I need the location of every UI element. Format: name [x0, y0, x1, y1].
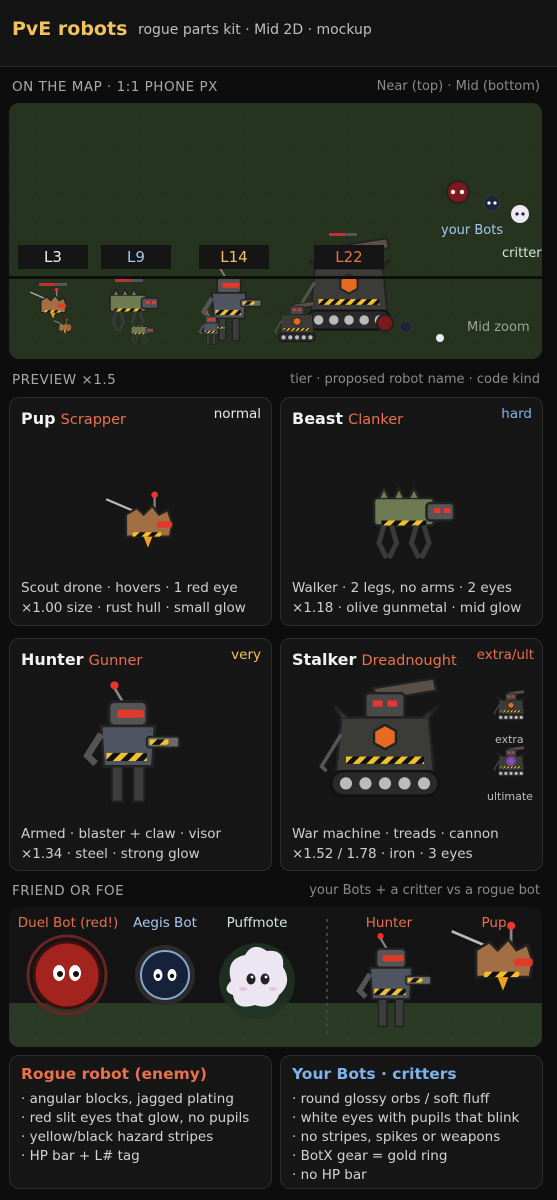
mid-duel-bot — [376, 314, 394, 332]
map-section-note: Near (top) · Mid (bottom) — [376, 79, 540, 94]
card-kind: Dreadnought — [361, 653, 457, 669]
card-heading: Pup Scrapper — [21, 409, 126, 428]
header-bar: PvE robots rogue parts kit · Mid 2D · mo… — [0, 0, 557, 67]
ultimate-variant-label: ultimate — [487, 790, 533, 803]
card-sprite — [105, 490, 174, 549]
list-item: · angular blocks, jagged plating — [21, 1091, 234, 1107]
card-desc-line: ×1.34 · steel · strong glow — [21, 846, 200, 862]
level-tag-l14: L14 — [199, 245, 269, 269]
card-heading: Stalker Dreadnought — [292, 650, 457, 669]
list-item: · BotX gear = gold ring — [292, 1148, 448, 1164]
map-hpbar — [329, 233, 357, 236]
level-tag-l22: L22 — [314, 245, 384, 269]
list-item: · yellow/black hazard stripes — [21, 1129, 214, 1145]
hunter-sprite — [360, 933, 431, 1026]
mid-beast — [130, 323, 155, 345]
your-bots-title: Your Bots · critters — [292, 1065, 457, 1083]
friend-or-foe-note: your Bots + a critter vs a rogue bot — [309, 883, 540, 898]
list-item: · no stripes, spikes or weapons — [292, 1129, 501, 1145]
level-tag-label: L14 — [220, 248, 248, 266]
map-preview: L3 L9 L14 L22 your Bots critter Mid zoom — [9, 103, 542, 359]
card-tier: extra/ult — [476, 647, 534, 663]
your-bots-panel: Your Bots · critters · round glossy orbs… — [280, 1055, 543, 1189]
puffmote-critter — [219, 943, 295, 1019]
card-hunter[interactable]: Hunter Gunner very Armed · blaster + cla… — [9, 638, 272, 871]
card-desc-line: ×1.00 size · rust hull · small glow — [21, 600, 246, 616]
card-title: Pup — [21, 409, 56, 428]
list-item: · HP bar + L# tag — [21, 1148, 140, 1164]
level-tag-l3: L3 — [18, 245, 88, 269]
rogue-robot-title: Rogue robot (enemy) — [21, 1065, 207, 1083]
map-pup-near — [29, 287, 67, 320]
level-tag-label: L9 — [127, 248, 145, 266]
aegis-bot-orb — [135, 945, 195, 1005]
page-subtitle: rogue parts kit · Mid 2D · mockup — [138, 22, 372, 38]
card-kind: Clanker — [348, 412, 404, 428]
preview-section-title: PREVIEW ×1.5 — [12, 372, 117, 388]
list-item: · round glossy orbs / soft fluff — [292, 1091, 490, 1107]
pup-sprite — [450, 920, 535, 992]
card-tier: very — [231, 647, 261, 663]
card-sprite — [10, 679, 271, 824]
list-item: · white eyes with pupils that blink — [292, 1110, 520, 1126]
map-duel-bot — [446, 180, 470, 204]
mid-zoom-label: Mid zoom — [467, 320, 530, 335]
level-tag-label: L3 — [44, 248, 62, 266]
card-desc-line: ×1.18 · olive gunmetal · mid glow — [292, 600, 522, 616]
your-bots-label: your Bots — [441, 223, 504, 238]
card-heading: Hunter Gunner — [21, 650, 142, 669]
card-sprite — [281, 438, 542, 578]
map-hpbar — [115, 279, 143, 282]
map-hpbar — [39, 283, 67, 286]
card-kind: Gunner — [88, 653, 143, 669]
rogue-robot-list: · angular blocks, jagged plating · red s… — [21, 1090, 249, 1166]
extra-variant-label: extra — [495, 733, 524, 746]
your-bots-list: · round glossy orbs / soft fluff · white… — [292, 1090, 519, 1185]
card-stalker[interactable]: Stalker Dreadnought extra/ult extra ulti… — [280, 638, 543, 871]
friend-or-foe-sprites — [26, 919, 535, 1035]
card-desc-line: ×1.52 / 1.78 · iron · 3 eyes — [292, 846, 473, 862]
card-desc-line: Armed · blaster + claw · visor — [21, 826, 222, 842]
map-critter — [511, 205, 529, 223]
card-tier: hard — [501, 406, 532, 422]
card-heading: Beast Clanker — [292, 409, 403, 428]
map-section-title: ON THE MAP · 1:1 PHONE PX — [12, 79, 218, 95]
critter-label: critter — [502, 246, 542, 261]
list-item: · red slit eyes that glow, no pupils — [21, 1110, 250, 1126]
list-item: · no HP bar — [292, 1167, 367, 1183]
level-tag-label: L22 — [335, 248, 363, 266]
preview-section-note: tier · proposed robot name · code kind — [290, 372, 540, 387]
card-title: Hunter — [21, 650, 84, 669]
page-title: PvE robots — [12, 18, 128, 40]
duel-bot-orb — [26, 934, 108, 1016]
mid-pup — [53, 318, 72, 335]
card-desc-line: Walker · 2 legs, no arms · 2 eyes — [292, 580, 512, 596]
card-beast[interactable]: Beast Clanker hard Walker · 2 legs, no a… — [280, 397, 543, 626]
card-title: Beast — [292, 409, 344, 428]
level-tag-l9: L9 — [101, 245, 171, 269]
card-tier: normal — [213, 406, 261, 422]
rogue-robot-panel: Rogue robot (enemy) · angular blocks, ja… — [9, 1055, 272, 1189]
mid-critter — [436, 334, 444, 342]
friend-or-foe-scene: Duel Bot (red!) Aegis Bot Puffmote Hunte… — [9, 907, 542, 1047]
card-desc-line: War machine · treads · cannon — [292, 826, 499, 842]
map-aegis-bot — [483, 194, 501, 212]
mid-stalker — [274, 300, 317, 343]
card-title: Stalker — [292, 650, 357, 669]
card-kind: Scrapper — [60, 412, 126, 428]
card-desc-line: Scout drone · hovers · 1 red eye — [21, 580, 238, 596]
card-pup[interactable]: Pup Scrapper normal Scout drone · hovers… — [9, 397, 272, 626]
map-divider — [9, 276, 542, 279]
mid-aegis-bot — [399, 320, 413, 334]
friend-or-foe-title: FRIEND OR FOE — [12, 883, 125, 899]
